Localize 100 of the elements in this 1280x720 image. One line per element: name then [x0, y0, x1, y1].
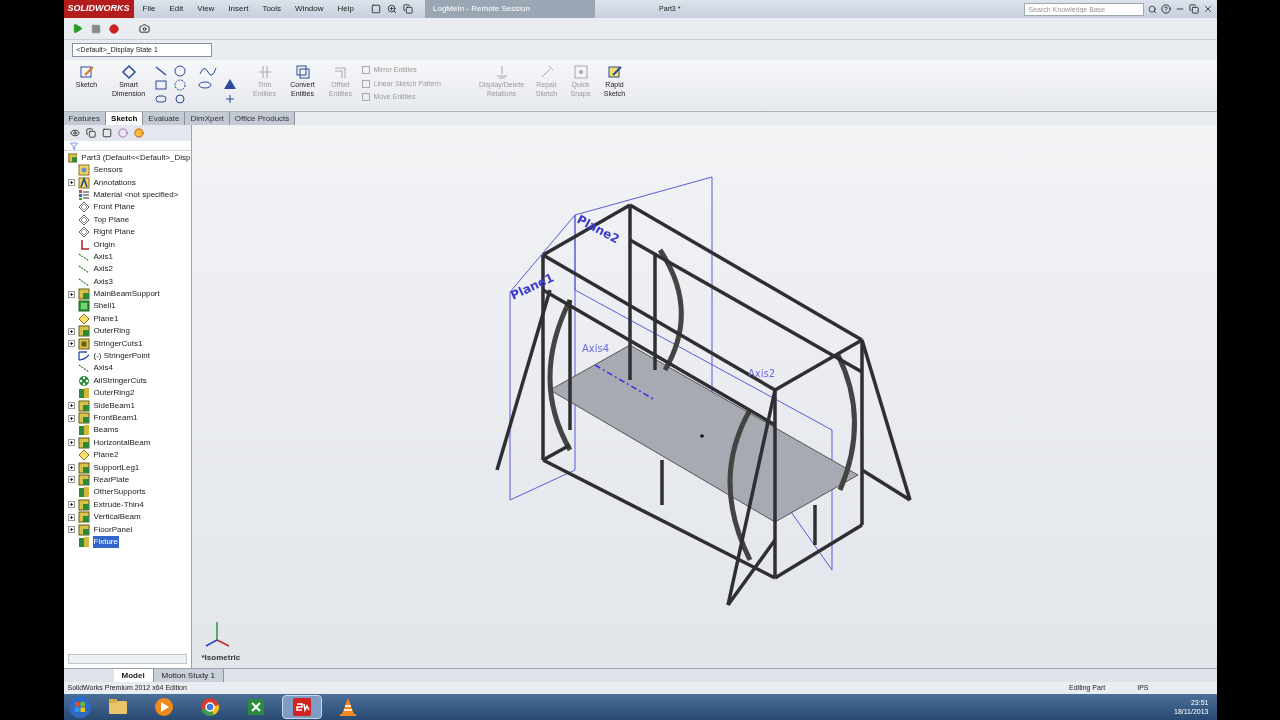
- tree-item[interactable]: Right Plane: [92, 226, 136, 239]
- tree-item[interactable]: SideBeam1: [92, 399, 136, 412]
- feature-icon: [77, 511, 90, 524]
- tree-item[interactable]: Extrude-Thin4: [92, 498, 145, 511]
- tree-item[interactable]: Fixture: [92, 535, 119, 548]
- expand-icon[interactable]: [67, 340, 75, 348]
- tree-item[interactable]: OtherSupports: [92, 486, 147, 499]
- search-icon[interactable]: [1147, 4, 1157, 14]
- tab[interactable]: Model: [113, 669, 154, 682]
- trim-icon: [256, 64, 273, 80]
- tab[interactable]: Features: [63, 112, 107, 125]
- media-player-icon: [152, 696, 175, 718]
- stop-icon[interactable]: [90, 23, 101, 34]
- weldment-icon: [77, 387, 90, 400]
- close-icon[interactable]: [1202, 4, 1213, 14]
- tab[interactable]: DimXpert: [185, 112, 230, 125]
- play-icon[interactable]: [71, 23, 83, 34]
- tree-item[interactable]: RearPlate: [92, 473, 131, 486]
- tree-item[interactable]: (-) StringerPoint: [92, 350, 151, 363]
- plane-icon: [77, 213, 90, 226]
- restore-icon[interactable]: [1188, 4, 1199, 14]
- tree-item[interactable]: Plane1: [92, 312, 120, 325]
- cad-app-icon: [290, 696, 313, 718]
- expand-icon[interactable]: [67, 501, 75, 509]
- expand-icon[interactable]: [67, 327, 75, 335]
- tree-item[interactable]: FrontBeam1: [92, 412, 139, 424]
- feature-icon: [77, 498, 90, 511]
- sketch-icon: [77, 350, 90, 363]
- tree-item[interactable]: Plane2: [92, 449, 120, 462]
- menu-item[interactable]: File: [137, 3, 161, 15]
- tree-item[interactable]: AllStringerCuts: [92, 374, 148, 387]
- camera-icon[interactable]: [138, 23, 150, 34]
- expand-icon[interactable]: [67, 179, 75, 187]
- feature-icon: [77, 461, 90, 474]
- menu-item[interactable]: Insert: [223, 3, 254, 15]
- tree-item[interactable]: Sensors: [92, 164, 124, 177]
- expand-icon[interactable]: [67, 439, 75, 447]
- tree-item[interactable]: OuterRing: [92, 325, 131, 338]
- sensor-icon: [77, 164, 90, 177]
- plane-icon: [77, 312, 90, 325]
- scrollbar[interactable]: [67, 654, 187, 664]
- expand-icon[interactable]: [67, 414, 75, 422]
- rapid-sketch-icon: [606, 64, 623, 80]
- app-logo: SOLIDWORKS: [63, 0, 134, 18]
- shell-feature-icon: [77, 300, 90, 313]
- offset-icon: [332, 64, 349, 80]
- feature-icon: [77, 436, 90, 449]
- tree-item[interactable]: FloorPanel: [92, 523, 134, 536]
- tree-item[interactable]: Axis1: [92, 250, 115, 263]
- expand-icon[interactable]: [67, 526, 75, 533]
- convert-icon: [294, 64, 311, 80]
- menu-item[interactable]: Edit: [164, 3, 189, 15]
- feature-icon: [77, 399, 90, 412]
- tab[interactable]: Motion Study 1: [153, 669, 224, 682]
- tree-item[interactable]: SupportLeg1: [92, 461, 141, 474]
- feature-icon: [77, 288, 90, 301]
- tab[interactable]: Evaluate: [143, 112, 186, 125]
- tree-root-label[interactable]: Part3 (Default<<Default>_Disp: [81, 151, 191, 164]
- expand-icon[interactable]: [67, 464, 75, 472]
- expand-icon[interactable]: [67, 402, 75, 410]
- material-icon: [77, 188, 90, 201]
- start-button-icon[interactable]: [67, 695, 92, 719]
- plane-icon: [77, 449, 90, 462]
- plane-icon: [77, 201, 90, 214]
- axis-icon: [77, 362, 90, 375]
- taskbar-button[interactable]: [281, 695, 322, 719]
- help-icon[interactable]: [1160, 4, 1171, 14]
- tree-item[interactable]: Top Plane: [92, 213, 131, 226]
- tree-item[interactable]: HorizontalBeam: [92, 436, 152, 449]
- tree-item[interactable]: Axis3: [92, 275, 115, 288]
- tree-item[interactable]: OuterRing2: [92, 387, 136, 400]
- tree-item[interactable]: Beams: [92, 424, 120, 437]
- new-document-icon[interactable]: [371, 4, 381, 14]
- menu-item[interactable]: Tools: [257, 3, 287, 15]
- tree-item[interactable]: Shell1: [92, 300, 117, 313]
- menu-item[interactable]: View: [192, 3, 220, 15]
- feature-icon: [77, 473, 90, 486]
- menu-item[interactable]: Help: [332, 3, 359, 15]
- expand-icon[interactable]: [67, 513, 75, 521]
- expand-icon[interactable]: [67, 476, 75, 484]
- tree-item[interactable]: Annotations: [92, 176, 137, 189]
- tree-item[interactable]: MainBeamSupport: [92, 288, 161, 301]
- tree-item[interactable]: Origin: [92, 238, 116, 251]
- tree-item[interactable]: Material <not specified>: [92, 188, 180, 201]
- filter-icon[interactable]: [69, 141, 78, 150]
- tree-item[interactable]: Front Plane: [92, 201, 136, 214]
- tab[interactable]: Office Products: [229, 112, 296, 125]
- tree-item[interactable]: Axis4: [92, 362, 115, 375]
- plane-icon: [77, 226, 90, 239]
- weldment-icon: [77, 424, 90, 437]
- tree-item[interactable]: VerticalBeam: [92, 511, 142, 524]
- expand-icon[interactable]: [67, 290, 75, 298]
- tab[interactable]: Sketch: [106, 112, 144, 125]
- view-name: *Isometric: [201, 652, 241, 664]
- menu-item[interactable]: Window: [290, 3, 329, 15]
- tree-item[interactable]: Axis2: [92, 263, 115, 276]
- record-icon[interactable]: [108, 23, 119, 34]
- pencil-icon: [78, 64, 95, 80]
- axis-icon: [77, 263, 90, 276]
- tree-item[interactable]: StringerCuts1: [92, 337, 144, 350]
